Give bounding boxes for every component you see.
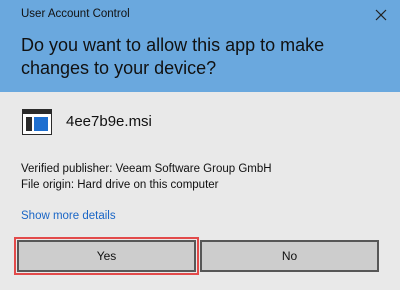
file-name: 4ee7b9e.msi <box>66 113 152 130</box>
prompt-question: Do you want to allow this app to make ch… <box>21 35 325 78</box>
close-glyph <box>375 9 387 21</box>
uac-dialog: User Account Control Do you want to allo… <box>0 0 400 290</box>
file-origin: File origin: Hard drive on this computer <box>21 179 219 191</box>
no-button-label: No <box>281 249 298 263</box>
dialog-header: User Account Control Do you want to allo… <box>0 0 400 92</box>
window-title: User Account Control <box>21 8 130 20</box>
verified-publisher: Verified publisher: Veeam Software Group… <box>21 163 272 175</box>
close-icon[interactable] <box>370 4 392 26</box>
no-button[interactable]: No <box>200 240 379 272</box>
yes-button[interactable]: Yes <box>14 237 199 275</box>
show-more-details-link[interactable]: Show more details <box>21 210 116 222</box>
yes-button-label: Yes <box>96 249 117 263</box>
installer-file-icon <box>22 109 52 135</box>
